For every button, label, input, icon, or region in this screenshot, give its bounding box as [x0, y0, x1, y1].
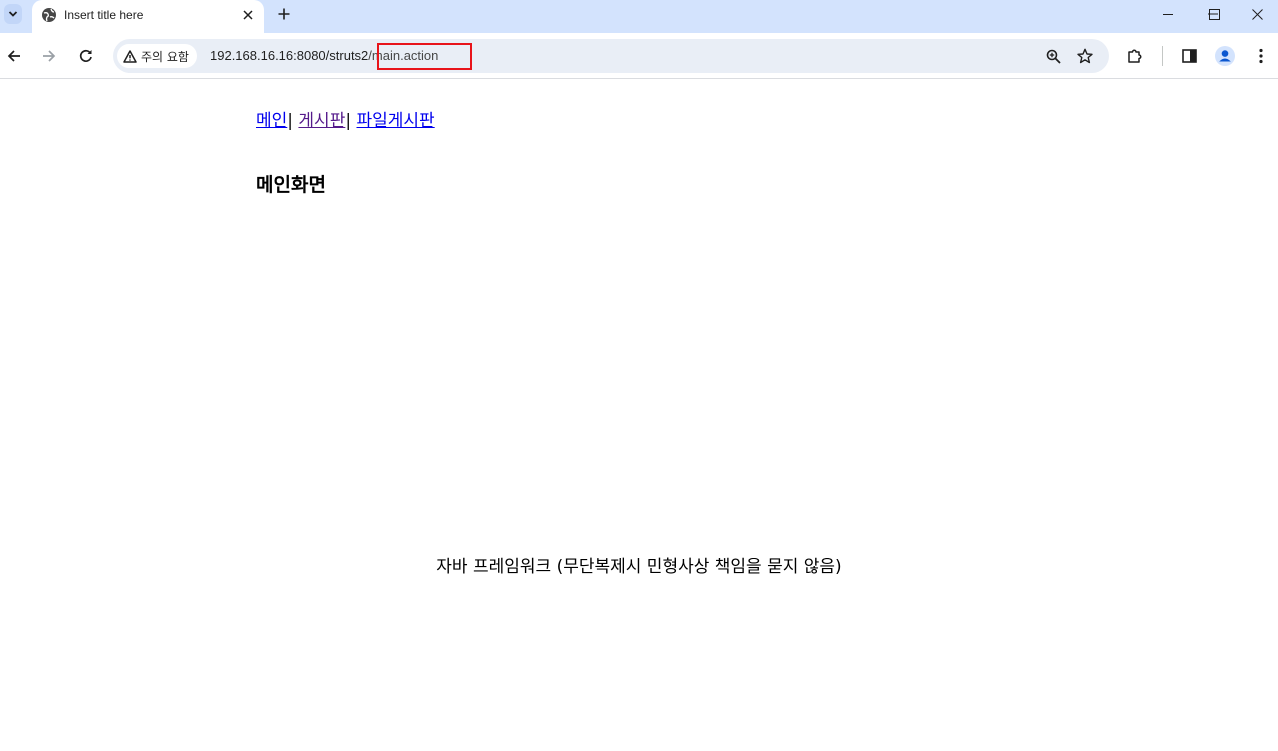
- address-bar[interactable]: 주의 요함 192.168.16.16:8080/struts2/main.ac…: [113, 39, 1109, 73]
- back-button[interactable]: [2, 44, 26, 68]
- arrow-right-icon: [43, 50, 56, 62]
- nav-link-file-board[interactable]: 파일게시판: [356, 111, 434, 131]
- maximize-button[interactable]: [1191, 0, 1237, 28]
- tab-close-button[interactable]: [239, 6, 257, 24]
- reload-button[interactable]: [74, 44, 98, 68]
- browser-toolbar: 주의 요함 192.168.16.16:8080/struts2/main.ac…: [0, 33, 1278, 79]
- top-nav: 메인| 게시판| 파일게시판: [256, 106, 435, 131]
- url-highlight-box: [377, 43, 472, 70]
- browser-tab[interactable]: Insert title here: [32, 0, 264, 33]
- nav-link-main[interactable]: 메인: [256, 111, 287, 131]
- url-host: 192.168.16.16:8080/struts2: [210, 48, 369, 63]
- window-close-button[interactable]: [1237, 0, 1278, 28]
- minimize-button[interactable]: [1145, 0, 1191, 28]
- security-chip-label: 주의 요함: [141, 49, 189, 64]
- chevron-down-icon: [8, 11, 18, 17]
- profile-button[interactable]: [1213, 44, 1237, 68]
- toolbar-separator: [1162, 46, 1163, 66]
- bookmark-button[interactable]: [1073, 44, 1097, 68]
- tab-title: Insert title here: [64, 8, 144, 22]
- nav-link-board[interactable]: 게시판: [298, 111, 345, 131]
- arrow-left-icon: [7, 50, 20, 62]
- new-tab-button[interactable]: [274, 4, 294, 24]
- page-footer: 자바 프레임워크 (무단복제시 민형사상 책임을 묻지 않음): [436, 557, 842, 577]
- tab-search-button[interactable]: [4, 4, 22, 24]
- star-icon: [1077, 48, 1093, 64]
- minimize-icon: [1163, 14, 1173, 15]
- forward-button[interactable]: [37, 44, 61, 68]
- globe-icon: [42, 8, 56, 22]
- security-chip[interactable]: 주의 요함: [117, 44, 197, 68]
- menu-button[interactable]: [1249, 44, 1273, 68]
- reload-icon: [79, 49, 92, 62]
- zoom-button[interactable]: [1041, 44, 1065, 68]
- nav-separator: |: [345, 111, 352, 131]
- maximize-icon: [1208, 8, 1220, 20]
- extensions-button[interactable]: [1123, 44, 1147, 68]
- kebab-menu-icon: [1259, 48, 1263, 64]
- close-icon: [1252, 8, 1263, 20]
- page-content: 메인| 게시판| 파일게시판 메인화면 자바 프레임워크 (무단복제시 민형사상…: [0, 80, 1278, 751]
- side-panel-icon: [1181, 49, 1197, 63]
- plus-icon: [278, 8, 290, 20]
- zoom-icon: [1046, 49, 1061, 64]
- tab-strip: Insert title here: [0, 0, 1278, 33]
- close-icon: [243, 10, 253, 20]
- side-panel-button[interactable]: [1177, 44, 1201, 68]
- page-heading: 메인화면: [256, 174, 326, 196]
- nav-separator: |: [287, 111, 294, 131]
- puzzle-icon: [1128, 49, 1142, 63]
- warning-icon: [123, 49, 137, 63]
- profile-icon: [1215, 46, 1235, 66]
